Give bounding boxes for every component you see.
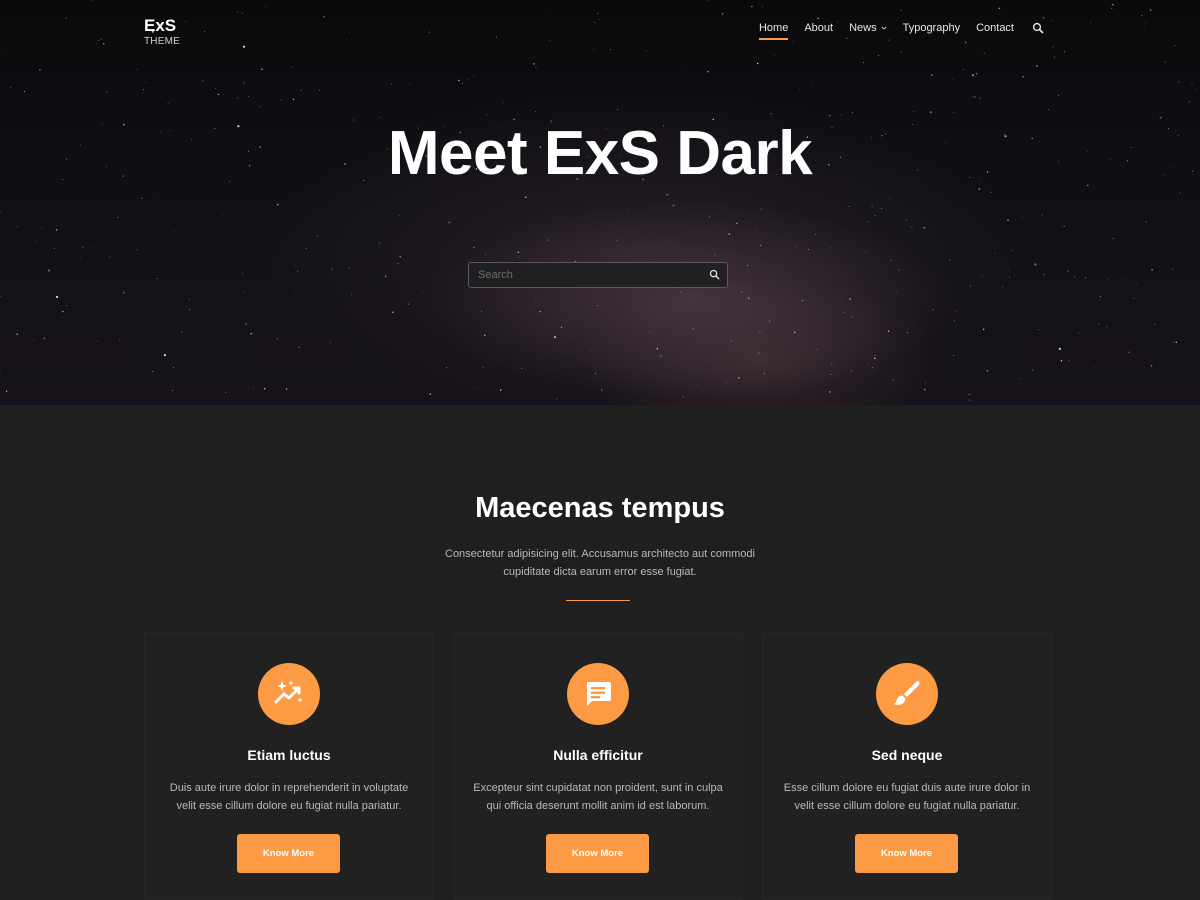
search-icon[interactable] <box>709 269 720 280</box>
nav-item-label: News <box>849 22 877 34</box>
nav-item-label: Contact <box>976 22 1014 34</box>
card-title: Etiam luctus <box>247 747 331 763</box>
sparkle-chart-icon-glyph <box>274 680 303 704</box>
card-text: Excepteur sint cupidatat non proident, s… <box>473 782 723 812</box>
features-section: Maecenas tempus Consectetur adipisicing … <box>0 405 1200 900</box>
main-nav: Home About News Typography Contact <box>743 22 1044 40</box>
card-title: Nulla efficitur <box>553 747 643 763</box>
section-description: Consectetur adipisicing elit. Accusamus … <box>445 548 755 578</box>
paint-brush-icon <box>876 663 938 725</box>
know-more-button[interactable]: Know More <box>546 834 649 873</box>
logo-title: ExS <box>144 16 177 35</box>
nav-item-label: Home <box>758 22 789 34</box>
nav-item-label: About <box>804 22 834 34</box>
site-logo[interactable]: ExS THEME <box>144 16 180 48</box>
site-header: ExS THEME Home About News Typography Con… <box>0 0 1200 70</box>
know-more-button[interactable]: Know More <box>237 834 340 873</box>
feature-card: Nulla efficitur Excepteur sint cupidatat… <box>453 632 743 900</box>
hero-title: Meet ExS Dark <box>387 119 813 188</box>
paint-brush-icon-glyph <box>894 680 920 705</box>
nav-item-home[interactable]: Home <box>758 22 789 40</box>
hero-section: ExS THEME Home About News Typography Con… <box>0 0 1200 405</box>
nav-item-typography[interactable]: Typography <box>903 22 960 40</box>
hero-search-form <box>468 262 728 288</box>
card-text: Duis aute irure dolor in reprehenderit i… <box>169 782 409 812</box>
know-more-button[interactable]: Know More <box>855 834 958 873</box>
card-title: Sed neque <box>871 747 943 763</box>
chat-bubble-icon-glyph <box>587 682 611 706</box>
feature-card: Sed neque Esse cillum dolore eu fugiat d… <box>762 632 1052 900</box>
search-input[interactable] <box>469 263 689 287</box>
nav-item-about[interactable]: About <box>804 22 833 40</box>
nav-item-news[interactable]: News <box>849 22 887 40</box>
nav-item-contact[interactable]: Contact <box>976 22 1014 40</box>
search-icon[interactable] <box>1032 22 1044 40</box>
feature-card: Etiam luctus Duis aute irure dolor in re… <box>144 632 434 900</box>
card-text: Esse cillum dolore eu fugiat duis aute i… <box>783 782 1031 812</box>
section-divider <box>566 600 630 601</box>
chevron-down-icon <box>881 26 887 30</box>
nav-item-label: Typography <box>902 22 961 34</box>
chat-bubble-icon <box>567 663 629 725</box>
logo-subtitle: THEME <box>144 36 180 47</box>
section-title: Maecenas tempus <box>475 492 725 524</box>
sparkle-chart-icon <box>258 663 320 725</box>
